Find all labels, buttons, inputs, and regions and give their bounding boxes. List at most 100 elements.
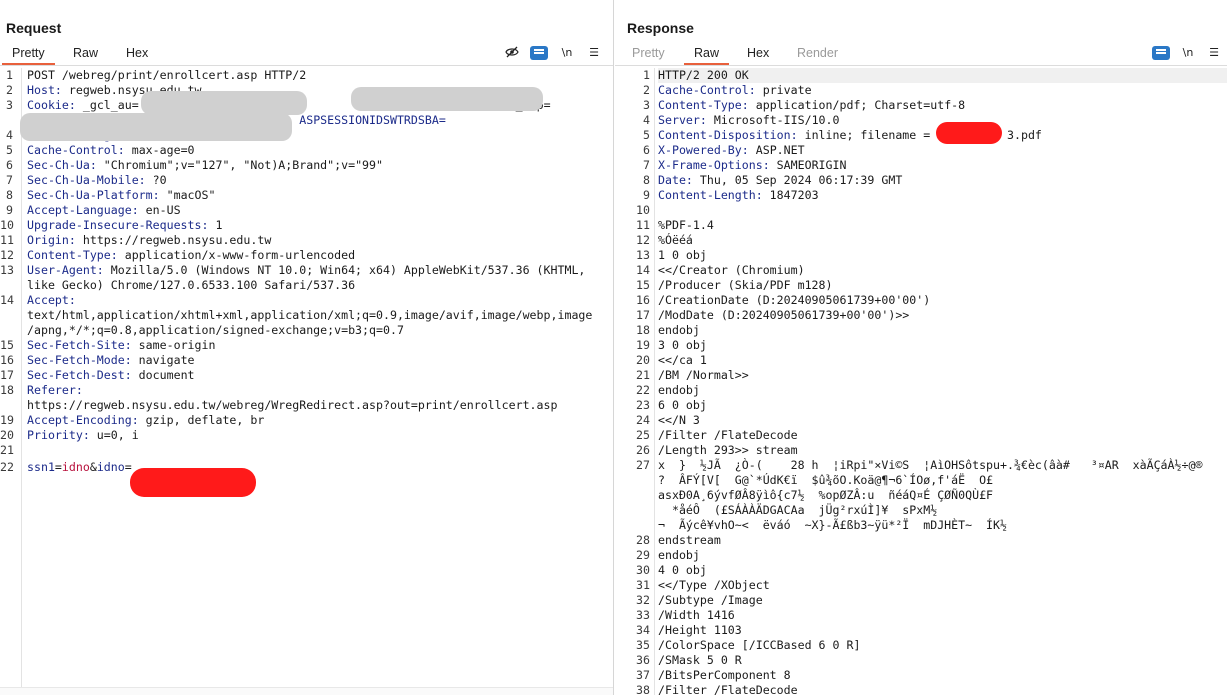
header-name: Accept-Encoding:	[27, 413, 139, 427]
header-value: "macOS"	[159, 188, 216, 202]
header-value: x } ½JÃ ¿Ò-( 28 h ¦iRpi"×Vi©S ¦AìOHSôtsp…	[658, 458, 1203, 472]
code-line: 27 x } ½JÃ ¿Ò-( 28 h ¦iRpi"×Vi©S ¦AìOHSôt…	[615, 458, 1227, 473]
request-editor[interactable]: 1 POST /webreg/print/enrollcert.asp HTTP/…	[0, 68, 613, 695]
wrap-lines-icon[interactable]	[1152, 46, 1170, 60]
line-number: 27	[636, 458, 650, 472]
header-name: Sec-Ch-Ua-Platform:	[27, 188, 160, 202]
header-name: Sec-Fetch-Site:	[27, 338, 132, 352]
tab-hex[interactable]: Hex	[126, 46, 148, 60]
wrap-lines-icon[interactable]	[530, 46, 548, 60]
cookie-session: ASPSESSIONIDSWTRDSBA=	[299, 113, 446, 127]
header-value: "Chromium";v="127", "Not)A;Brand";v="99"	[96, 158, 383, 172]
line-text: 3 0 obj	[658, 338, 1227, 353]
header-value: /apng,*/*;q=0.8,application/signed-excha…	[27, 323, 404, 337]
line-text: Referer:	[27, 383, 613, 398]
line-text: <</N 3	[658, 413, 1227, 428]
line-number: 9	[643, 188, 650, 202]
code-line: 38/Filter /FlateDecode	[615, 683, 1227, 695]
header-name: User-Agent:	[27, 263, 104, 277]
tab-pretty[interactable]: Pretty	[632, 46, 665, 60]
code-line: 19 3 0 obj	[615, 338, 1227, 353]
line-number: 30	[636, 563, 650, 577]
line-text: %Óëéá	[658, 233, 1227, 248]
newline-toggle[interactable]: \n	[1179, 46, 1197, 60]
header-name: X-Powered-By:	[658, 143, 749, 157]
code-line: 18 Referer:	[0, 383, 613, 398]
hamburger-menu-icon[interactable]: ☰	[585, 46, 603, 60]
code-line: 37/BitsPerComponent 8	[615, 668, 1227, 683]
header-value: max-age=0	[124, 143, 195, 157]
code-line: text/html,application/xhtml+xml,applicat…	[0, 308, 613, 323]
header-value: HTTP/2 200 OK	[658, 68, 749, 82]
code-line: 21/BM /Normal>>	[615, 368, 1227, 383]
line-number: 7	[643, 158, 650, 172]
header-value: ASP.NET	[748, 143, 805, 157]
header-value: application/x-www-form-urlencoded	[117, 248, 356, 262]
header-value: SAMEORIGIN	[769, 158, 847, 172]
code-line: 23 6 0 obj	[615, 398, 1227, 413]
code-line: 15/Producer (Skia/PDF m128)	[615, 278, 1227, 293]
code-line: 10	[615, 203, 1227, 218]
horizontal-scrollbar[interactable]	[0, 687, 613, 695]
header-value: ? ÂFÝ[V[ G@`*ÚdK€ï $û¾õO.Koä@¶¬6`ÍOø,f'á…	[658, 473, 994, 487]
line-number: 8	[643, 173, 650, 187]
header-value: u=0, i	[89, 428, 139, 442]
line-number: 17	[636, 308, 650, 322]
tab-raw[interactable]: Raw	[683, 46, 730, 65]
line-text: /ColorSpace [/ICCBased 6 0 R]	[658, 638, 1227, 653]
line-text: Sec-Fetch-Dest: document	[27, 368, 613, 383]
header-value: /Length 293>> stream	[658, 443, 798, 457]
response-editor[interactable]: 1 HTTP/2 200 OK 2 Cache-Control: private 3 Co…	[615, 68, 1227, 695]
line-number: 10	[636, 203, 650, 217]
line-number: 19	[0, 413, 14, 427]
header-name: Cookie:	[27, 98, 76, 112]
code-line: 22 endobj	[615, 383, 1227, 398]
line-number: 36	[636, 653, 650, 667]
header-value: <</Creator (Chromium)	[658, 263, 805, 277]
header-value: https://regweb.nsysu.edu.tw	[75, 233, 272, 247]
tab-raw[interactable]: Raw	[73, 46, 98, 60]
header-value: /SMask 5 0 R	[658, 653, 742, 667]
newline-toggle[interactable]: \n	[558, 46, 576, 60]
code-line: 16/CreationDate (D:20240905061739+00'00'…	[615, 293, 1227, 308]
hamburger-menu-icon[interactable]: ☰	[1205, 46, 1223, 60]
line-number: 16	[636, 293, 650, 307]
code-line: 33/Width 1416	[615, 608, 1227, 623]
line-text: /SMask 5 0 R	[658, 653, 1227, 668]
code-line: 32/Subtype /Image	[615, 593, 1227, 608]
line-number: 5	[643, 128, 650, 142]
line-text: /Filter /FlateDecode	[658, 428, 1227, 443]
param-value: idno	[61, 460, 90, 474]
code-line: 18 endobj	[615, 323, 1227, 338]
header-name: Cache-Control:	[27, 143, 125, 157]
line-number: 11	[0, 233, 14, 247]
code-line: 2 Cache-Control: private	[615, 83, 1227, 98]
tab-hex[interactable]: Hex	[747, 46, 769, 60]
line-number: 3	[6, 98, 13, 112]
tab-pretty[interactable]: Pretty	[2, 46, 55, 65]
code-line: 16 Sec-Fetch-Mode: navigate	[0, 353, 613, 368]
code-line: 25/Filter /FlateDecode	[615, 428, 1227, 443]
header-value: text/html,application/xhtml+xml,applicat…	[27, 308, 593, 322]
tab-render[interactable]: Render	[797, 46, 838, 60]
line-text: *åéÔ (£SÁÀÀÄDGACAa jÜg²rxúÌ]¥ sPxM½	[658, 503, 1227, 518]
response-pane: Response Pretty Raw Hex Render \n ☰ 1 HTT…	[615, 0, 1227, 695]
line-number: 16	[0, 353, 14, 367]
line-text: Date: Thu, 05 Sep 2024 06:17:39 GMT	[658, 173, 1227, 188]
header-value: /Filter /FlateDecode	[658, 683, 798, 695]
line-number: 20	[636, 353, 650, 367]
header-value: /ModDate (D:20240905061739+00'00')>>	[658, 308, 910, 322]
header-value: POST /webreg/print/enrollcert.asp HTTP/2	[27, 68, 307, 82]
line-text: Sec-Ch-Ua-Platform: "macOS"	[27, 188, 613, 203]
code-line: 8 Sec-Ch-Ua-Platform: "macOS"	[0, 188, 613, 203]
request-body-line: 22 ssn1=idno&idno=	[0, 460, 613, 475]
line-text: X-Powered-By: ASP.NET	[658, 143, 1227, 158]
line-text: /CreationDate (D:20240905061739+00'00')	[658, 293, 1227, 308]
line-text: /apng,*/*;q=0.8,application/signed-excha…	[27, 323, 613, 338]
line-text: <</ca 1	[658, 353, 1227, 368]
header-value: 4 0 obj	[658, 563, 707, 577]
header-value: asxÐ0A¸6ývfØÂ8ÿìô{c7½ %opØZÂ:u ñéáQ¤É ÇØ…	[658, 488, 994, 502]
header-value: 3 0 obj	[658, 338, 707, 352]
header-name: Accept-Language:	[27, 203, 139, 217]
eye-slash-icon[interactable]	[503, 46, 521, 60]
